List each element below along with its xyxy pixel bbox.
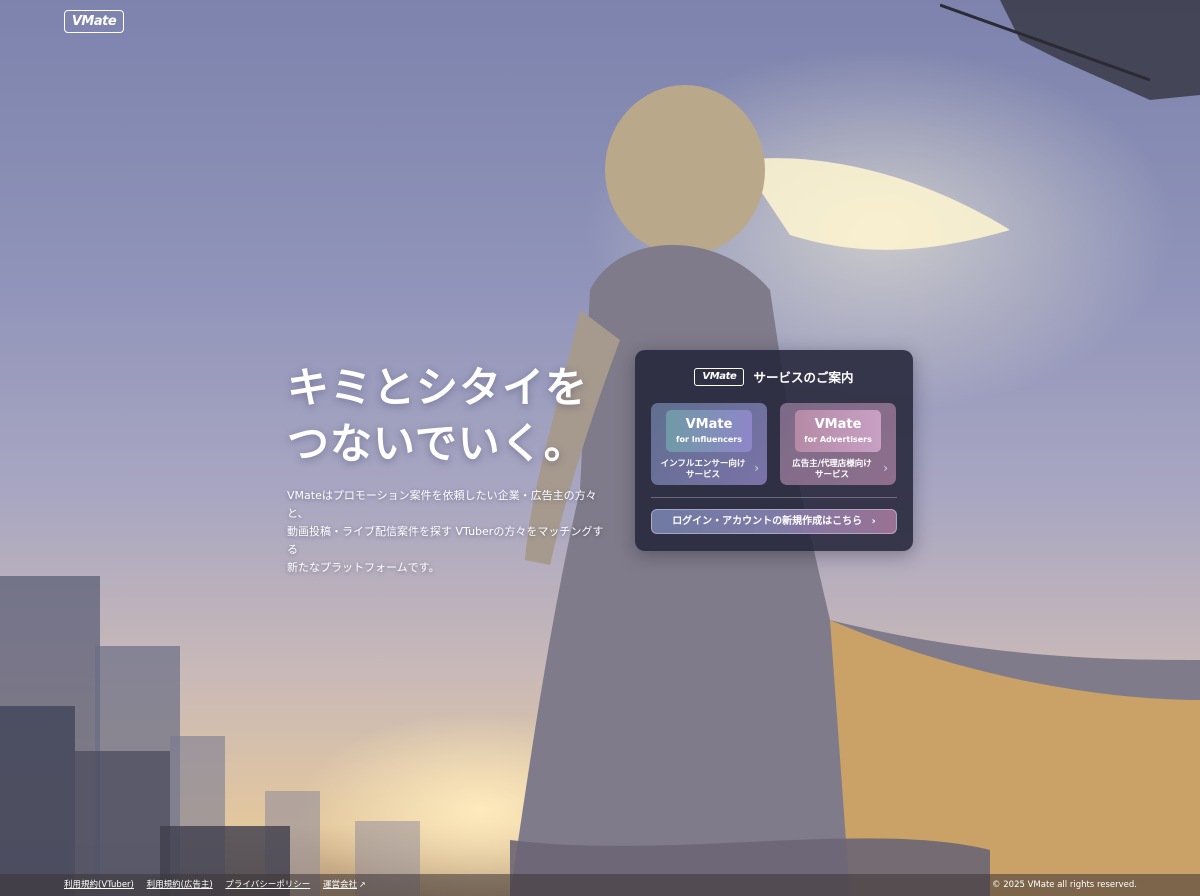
hero-description-line1: VMateはプロモーション案件を依頼したい企業・広告主の方々と、 (287, 489, 597, 520)
advertiser-badge-sub: for Advertisers (804, 435, 872, 444)
copyright-text: © 2025 VMate all rights reserved. (992, 880, 1137, 890)
hero-headline: キミとシタイを つないでいく。 (287, 360, 588, 472)
advertiser-card-label-line2: サービス (814, 470, 849, 480)
login-signup-label: ログイン・アカウントの新規作成はこちら (672, 516, 863, 527)
advertiser-card-label: 広告主/代理店様向け サービス (780, 459, 884, 481)
advertiser-service-card[interactable]: VMate for Advertisers 広告主/代理店様向け サービス › (780, 403, 896, 485)
company-link[interactable]: 運営会社 ↗ (323, 880, 366, 890)
hero-headline-line2: つないでいく。 (287, 419, 587, 468)
privacy-policy-link[interactable]: プライバシーポリシー (225, 880, 310, 890)
chevron-right-icon: › (754, 461, 759, 475)
chevron-right-icon: › (883, 461, 888, 475)
influencer-badge: VMate for Influencers (666, 410, 752, 452)
footer-links: 利用規約(VTuber) 利用規約(広告主) プライバシーポリシー 運営会社 ↗ (64, 874, 366, 896)
vmate-logo[interactable]: VMate (64, 10, 124, 33)
hero-headline-line1: キミとシタイを (287, 363, 589, 412)
terms-advertiser-link[interactable]: 利用規約(広告主) (147, 880, 213, 890)
service-guide-panel: VMate サービスのご案内 VMate for Influencers インフ… (635, 350, 913, 551)
panel-divider (651, 497, 897, 498)
panel-vmate-logo: VMate (694, 367, 745, 386)
influencer-badge-name: VMate (685, 417, 733, 432)
external-link-icon: ↗ (358, 880, 366, 889)
advertiser-badge-name: VMate (814, 417, 862, 432)
influencer-badge-sub: for Influencers (676, 435, 742, 444)
company-link-label: 運営会社 (322, 880, 357, 890)
chevron-right-icon: › (871, 516, 876, 527)
influencer-service-card[interactable]: VMate for Influencers インフルエンサー向け サービス › (651, 403, 767, 485)
site-footer: 利用規約(VTuber) 利用規約(広告主) プライバシーポリシー 運営会社 ↗ … (0, 874, 1200, 896)
advertiser-badge: VMate for Advertisers (795, 410, 881, 452)
panel-header: VMate サービスのご案内 (635, 366, 913, 386)
panel-title: サービスのご案内 (753, 370, 854, 385)
influencer-card-label: インフルエンサー向け サービス (651, 459, 755, 481)
influencer-card-label-line2: サービス (685, 470, 720, 480)
influencer-card-label-line1: インフルエンサー向け (660, 459, 746, 469)
terms-vtuber-link[interactable]: 利用規約(VTuber) (64, 880, 134, 890)
hero-description: VMateはプロモーション案件を依頼したい企業・広告主の方々と、 動画投稿・ライ… (287, 487, 607, 577)
hero-description-line3: 新たなプラットフォームです。 (287, 561, 440, 574)
advertiser-card-label-line1: 広告主/代理店様向け (792, 459, 872, 469)
login-signup-button[interactable]: ログイン・アカウントの新規作成はこちら › (651, 509, 897, 534)
hero-description-line2: 動画投稿・ライブ配信案件を探す VTuberの方々をマッチングする (287, 525, 604, 556)
